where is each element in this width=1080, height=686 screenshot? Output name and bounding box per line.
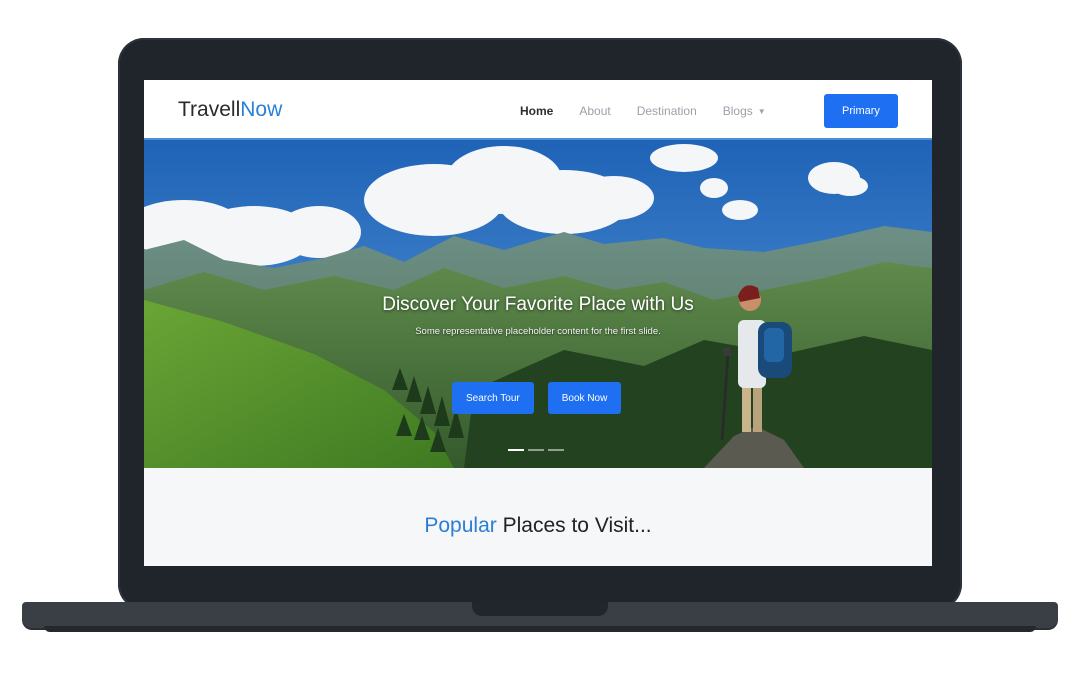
brand-name-part1: Travell — [178, 98, 241, 121]
carousel-indicator-3[interactable] — [548, 449, 564, 451]
hero-title: Discover Your Favorite Place with Us — [382, 294, 694, 315]
nav-item-blogs[interactable]: Blogs ▼ — [723, 104, 766, 118]
carousel-indicators — [508, 449, 564, 451]
primary-button[interactable]: Primary — [824, 94, 898, 128]
carousel-indicator-2[interactable] — [528, 449, 544, 451]
popular-places-section: Popular Places to Visit... — [144, 468, 932, 566]
nav-item-home[interactable]: Home — [520, 104, 553, 118]
search-tour-button[interactable]: Search Tour — [452, 382, 534, 414]
section-title: Popular Places to Visit... — [144, 514, 932, 538]
section-title-rest: Places to Visit... — [496, 514, 652, 537]
caret-down-icon: ▼ — [757, 107, 766, 116]
nav-item-destination[interactable]: Destination — [637, 104, 697, 118]
nav-item-about[interactable]: About — [579, 104, 610, 118]
hero-carousel: Discover Your Favorite Place with Us Som… — [144, 140, 932, 468]
section-title-highlight: Popular — [424, 514, 497, 537]
hero-subtitle: Some representative placeholder content … — [415, 326, 661, 337]
browser-screen: TravellNow Home About Destination Blogs ▼… — [144, 80, 932, 566]
carousel-indicator-1[interactable] — [508, 449, 524, 451]
brand-logo[interactable]: TravellNow — [178, 98, 282, 122]
navbar: TravellNow Home About Destination Blogs ▼… — [144, 80, 932, 140]
laptop-base-shadow — [44, 626, 1036, 632]
nav-menu: Home About Destination Blogs ▼ — [520, 104, 766, 118]
nav-item-blogs-label: Blogs — [722, 104, 753, 118]
book-now-button[interactable]: Book Now — [547, 382, 622, 414]
hero-button-row: Search Tour Book Now — [452, 382, 622, 414]
brand-name-part2: Now — [240, 98, 283, 121]
laptop-notch — [472, 602, 608, 616]
